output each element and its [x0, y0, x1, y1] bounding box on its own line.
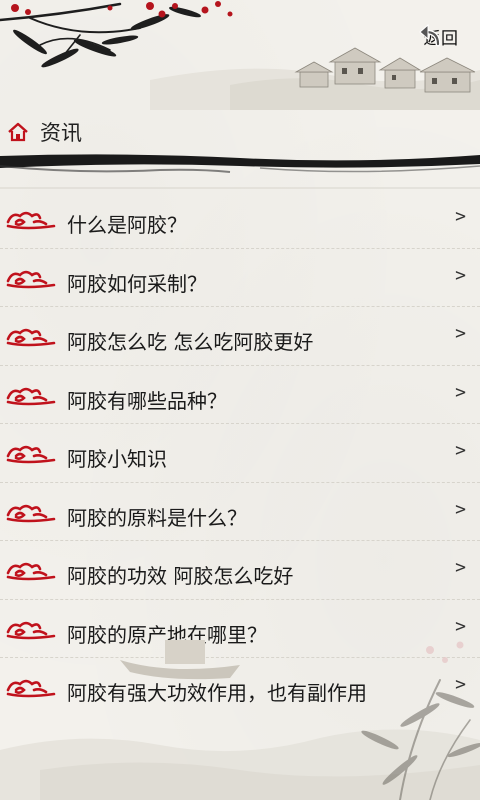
cloud-icon — [6, 621, 56, 639]
back-arrow-icon — [419, 23, 441, 47]
home-icon[interactable] — [6, 120, 30, 144]
list-item-label: 阿胶的原料是什么？ — [67, 505, 247, 530]
chevron-right-icon: > — [455, 498, 466, 520]
list-item-label: 阿胶的功效 阿胶怎么吃好 — [67, 564, 294, 588]
brush-stroke-divider — [0, 154, 480, 189]
chevron-right-icon: > — [455, 557, 466, 578]
list-item-label: 阿胶的原产地在哪里？ — [67, 622, 267, 647]
list-item-label: 阿胶怎么吃 怎么吃阿胶更好 — [67, 330, 314, 354]
chevron-right-icon: > — [455, 440, 466, 461]
list-item[interactable]: 阿胶的原产地在哪里？ > — [0, 600, 480, 658]
list-item-label: 阿胶有哪些品种？ — [67, 388, 227, 413]
list-item-label: 阿胶如何采制？ — [67, 271, 207, 296]
chevron-right-icon: > — [455, 615, 466, 637]
ink-painting-illustration — [0, 1, 480, 110]
list-item[interactable]: 阿胶如何采制？ > — [0, 249, 480, 307]
back-button[interactable]: 返回 — [416, 22, 466, 74]
list-item[interactable]: 阿胶小知识 > — [0, 424, 480, 483]
cloud-icon — [6, 387, 56, 405]
cloud-icon — [6, 445, 56, 464]
chevron-right-icon: > — [455, 323, 466, 344]
list-item[interactable]: 阿胶的功效 阿胶怎么吃好 > — [0, 541, 480, 600]
chevron-right-icon: > — [455, 264, 466, 286]
list-item[interactable]: 阿胶有强大功效作用，也有副作用 > — [0, 658, 480, 716]
cloud-icon — [6, 270, 56, 288]
list-item[interactable]: 阿胶怎么吃 怎么吃阿胶更好 > — [0, 307, 480, 366]
news-list: 什么是阿胶？ > 阿胶如何采制？ > 阿胶怎么吃 怎么吃阿胶更好 > 阿胶有哪些… — [0, 190, 480, 716]
list-item[interactable]: 阿胶有哪些品种？ > — [0, 366, 480, 424]
chevron-right-icon: > — [455, 381, 466, 403]
cloud-icon — [6, 328, 56, 347]
cloud-icon — [6, 211, 56, 230]
title-bar: 资讯 — [0, 110, 480, 154]
chevron-right-icon: > — [455, 674, 466, 695]
cloud-icon — [6, 679, 56, 698]
list-item[interactable]: 阿胶的原料是什么？ > — [0, 483, 480, 541]
list-item-label: 阿胶小知识 — [67, 447, 167, 471]
cloud-icon — [6, 504, 56, 522]
list-item[interactable]: 什么是阿胶？ > — [0, 190, 480, 249]
header-artwork: 返回 — [0, 0, 480, 110]
list-item-label: 阿胶有强大功效作用，也有副作用 — [67, 681, 367, 705]
list-item-label: 什么是阿胶？ — [67, 213, 187, 237]
chevron-right-icon: > — [455, 206, 466, 227]
page-title: 资讯 — [40, 121, 82, 145]
cloud-icon — [6, 562, 56, 581]
